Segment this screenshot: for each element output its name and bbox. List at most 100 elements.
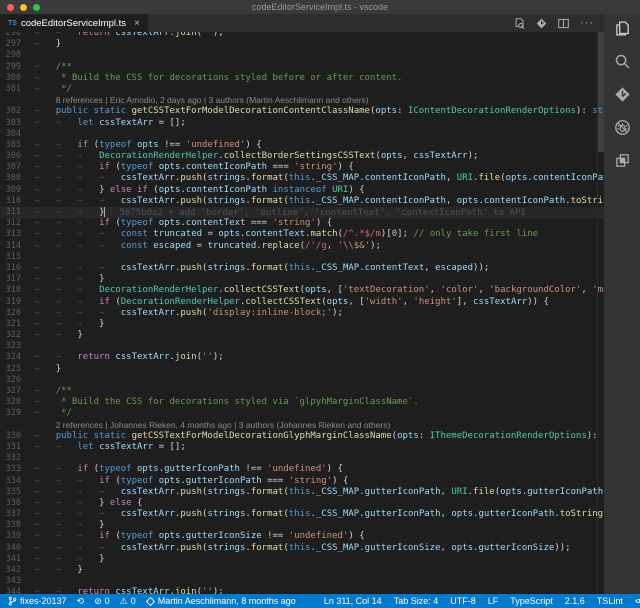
line-number[interactable]: 322 [0,330,30,341]
line-number[interactable]: 298 [0,50,30,61]
error-count[interactable]: ⊘ 0 [94,596,110,606]
code-line[interactable]: 338→ → → } [0,520,604,531]
gitlens-icon[interactable] [536,18,547,29]
line-number[interactable]: 301 [0,84,30,95]
line-number[interactable]: 339 [0,531,30,542]
split-editor-icon[interactable] [558,18,569,29]
debug-disabled-icon[interactable] [614,119,631,136]
line-number[interactable]: 344 [0,587,30,594]
tslint-status[interactable]: TSLint [597,596,623,606]
code-line[interactable]: 343 [0,576,604,587]
line-number[interactable]: 307 [0,162,30,173]
line-number[interactable]: 341 [0,554,30,565]
code-line[interactable]: 297→ } [0,39,604,50]
code-line[interactable]: 303→ → let cssTextArr = []; [0,118,604,129]
code-line[interactable]: 314→ → → → const escaped = truncated.rep… [0,241,604,252]
line-number[interactable]: 327 [0,386,30,397]
code-line[interactable]: 307→ → → if (typeof opts.contentIconPath… [0,162,604,173]
eol-status[interactable]: LF [488,596,499,606]
language-status[interactable]: TypeScript [510,596,553,606]
code-line[interactable]: 325→ } [0,364,604,375]
tab-codeEditorServiceImpl[interactable]: TS codeEditorServiceImpl.ts × [0,14,148,32]
line-number[interactable]: 328 [0,397,30,408]
code-line[interactable]: 326 [0,375,604,386]
code-line[interactable]: 327→ /** [0,386,604,397]
code-line[interactable]: 337→ → → → cssTextArr.push(strings.forma… [0,509,604,520]
code-line[interactable]: 322→ → } [0,330,604,341]
codelens-row[interactable]: 8 references | Eric Amodio, 2 days ago |… [0,95,604,106]
codelens-text[interactable]: 2 references | Johannes Rieken, 4 months… [30,420,604,431]
code-line[interactable]: 301→ */ [0,84,604,95]
code-line[interactable]: 305→ → if (typeof opts !== 'undefined') … [0,140,604,151]
code-line[interactable]: 299→ /** [0,62,604,73]
sync-icon[interactable]: ⟲ [77,597,85,606]
line-number[interactable]: 313 [0,229,30,240]
code-line[interactable]: 340→ → → → cssTextArr.push(strings.forma… [0,543,604,554]
line-number[interactable]: 338 [0,520,30,531]
code-line[interactable]: 318→ → → DecorationRenderHelper.collectC… [0,285,604,296]
line-number[interactable]: 336 [0,498,30,509]
line-number[interactable]: 317 [0,274,30,285]
encoding-status[interactable]: UTF-8 [450,596,476,606]
code-line[interactable]: 341→ → → } [0,554,604,565]
line-number[interactable]: 306 [0,151,30,162]
line-number[interactable]: 320 [0,308,30,319]
code-line[interactable]: 296→ → return cssTextArr.join(''); [0,32,604,39]
extensions-icon[interactable] [614,152,631,169]
line-number[interactable]: 324 [0,352,30,363]
code-line[interactable]: 319→ → → if (DecorationRenderHelper.coll… [0,297,604,308]
line-number[interactable]: 334 [0,476,30,487]
code-line[interactable]: 304 [0,129,604,140]
line-number[interactable]: 300 [0,73,30,84]
code-line[interactable]: 335→ → → → cssTextArr.push(strings.forma… [0,487,604,498]
git-branch-indicator[interactable]: fixes-20137 [8,596,67,606]
code-line[interactable]: 310→ → → → cssTextArr.push(strings.forma… [0,196,604,207]
code-line[interactable]: 328→ * Build the CSS for decorations sty… [0,397,604,408]
source-control-gitlens-icon[interactable] [614,86,631,103]
line-number[interactable]: 343 [0,576,30,587]
line-number[interactable]: 309 [0,185,30,196]
line-number[interactable]: 308 [0,173,30,184]
code-line[interactable]: 298 [0,50,604,61]
line-number[interactable]: 331 [0,442,30,453]
line-number[interactable]: 310 [0,196,30,207]
ts-version-status[interactable]: 2.1.6 [565,596,585,606]
line-number[interactable]: 326 [0,375,30,386]
codelens-text[interactable]: 8 references | Eric Amodio, 2 days ago |… [30,95,604,106]
code-line[interactable]: 333→ → if (typeof opts.gutterIconPath !=… [0,464,604,475]
code-line[interactable]: 317→ → → } [0,274,604,285]
line-number[interactable]: 333 [0,464,30,475]
code-line[interactable]: 336→ → → } else { [0,498,604,509]
line-number[interactable]: 330 [0,431,30,442]
line-number[interactable]: 315 [0,252,30,263]
line-number[interactable]: 299 [0,62,30,73]
line-number[interactable]: 321 [0,319,30,330]
line-number[interactable]: 329 [0,408,30,419]
line-number[interactable] [0,95,30,106]
line-number[interactable]: 319 [0,297,30,308]
code-line[interactable]: 320→ → → → cssTextArr.push('display:inli… [0,308,604,319]
code-line[interactable]: 308→ → → → cssTextArr.push(strings.forma… [0,173,604,184]
code-line[interactable]: 312→ → → if (typeof opts.contentText ===… [0,218,604,229]
code-line[interactable]: 339→ → → if (typeof opts.gutterIconSize … [0,531,604,542]
code-line[interactable]: 323 [0,341,604,352]
preview-eye-icon[interactable] [635,597,640,605]
open-preview-icon[interactable] [514,18,525,29]
code-line[interactable]: 321→ → → } [0,319,604,330]
code-editor[interactable]: 296→ → return cssTextArr.join('');297→ }… [0,32,604,594]
line-number[interactable]: 303 [0,118,30,129]
code-line[interactable]: 332 [0,453,604,464]
line-number[interactable]: 314 [0,241,30,252]
code-line[interactable]: 324→ → return cssTextArr.join(''); [0,352,604,363]
code-line[interactable]: 300→ * Build the CSS for decorations sty… [0,73,604,84]
line-number[interactable]: 323 [0,341,30,352]
more-actions-icon[interactable]: ··· [580,18,594,28]
line-number[interactable]: 337 [0,509,30,520]
cursor-position-status[interactable]: Ln 311, Col 14 [324,596,382,606]
code-line[interactable]: 342→ → } [0,565,604,576]
gitlens-blame-status[interactable]: Martin Aeschlimann, 8 months ago [146,596,296,606]
line-number[interactable]: 304 [0,129,30,140]
line-number[interactable]: 340 [0,543,30,554]
codelens-row[interactable]: 2 references | Johannes Rieken, 4 months… [0,420,604,431]
code-line[interactable]: 311→ → → }5075b0a2 • add 'border', 'outl… [0,207,604,218]
